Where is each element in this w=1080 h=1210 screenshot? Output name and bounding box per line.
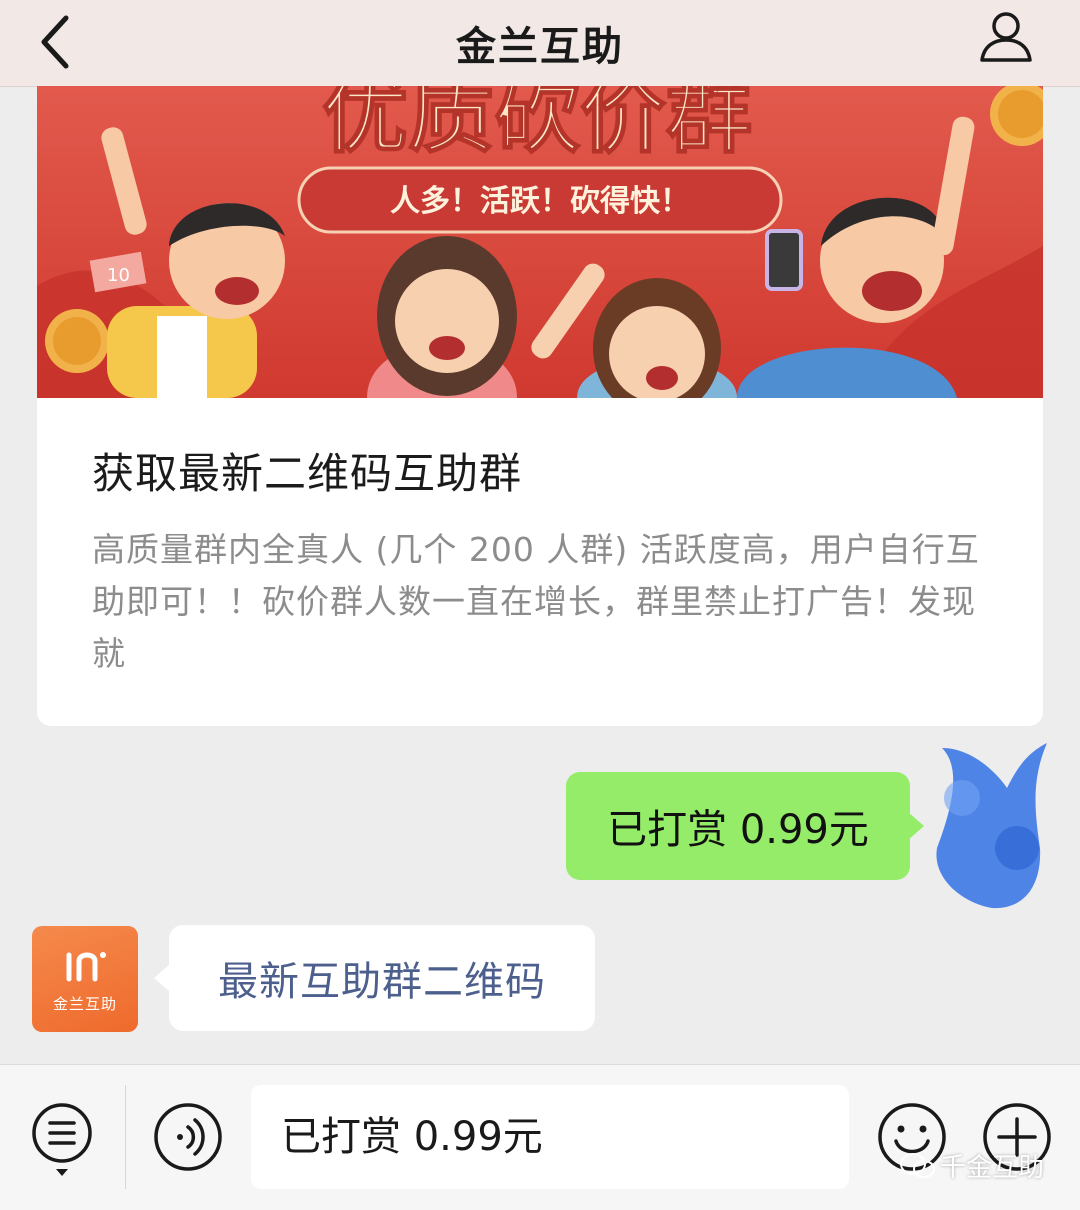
bot-avatar[interactable]: 金兰互助 — [32, 926, 138, 1032]
banner-slogan: 人多！活跃！砍得快！ — [390, 184, 690, 219]
promo-banner-image: 优质砍价群 人多！活跃！砍得快！ 10 — [37, 86, 1043, 398]
jinlan-logo-icon — [66, 951, 106, 981]
chat-input-bar: 已打赏 0.99元 千金互助 — [0, 1064, 1080, 1210]
article-description: 高质量群内全真人 (几个 200 人群) 活跃度高，用户自行互助即可！！砍价群人… — [92, 530, 980, 673]
bar-divider — [125, 1085, 126, 1189]
article-title: 获取最新二维码互助群 — [92, 449, 523, 498]
banner-headline: 优质砍价群 — [322, 86, 752, 165]
wechat-watermark: 千金互助 — [900, 1147, 1044, 1184]
message-input[interactable]: 已打赏 0.99元 — [251, 1085, 849, 1189]
person-icon[interactable] — [976, 6, 1036, 66]
article-card[interactable]: 优质砍价群 人多！活跃！砍得快！ 10 获取最新二维码互助群 高质量群内全真人 … — [37, 86, 1043, 726]
sent-message-bubble[interactable]: 已打赏 0.99元 — [566, 772, 910, 880]
voice-input-icon[interactable] — [152, 1101, 224, 1173]
watermark-text: 千金互助 — [940, 1153, 1045, 1183]
received-message-bubble[interactable]: 最新互助群二维码 — [169, 925, 595, 1031]
menu-list-icon[interactable] — [30, 1101, 94, 1177]
received-bubble-tail — [154, 964, 170, 992]
chevron-left-icon[interactable] — [36, 12, 76, 72]
wechat-logo-icon — [900, 1152, 935, 1178]
page-title: 金兰互助 — [456, 24, 624, 70]
banner-bill-label: 10 — [107, 265, 130, 286]
user-avatar-blurred[interactable] — [922, 728, 1052, 913]
avatar-brand-label: 金兰互助 — [52, 994, 117, 1013]
top-nav-bar: 金兰互助 — [0, 0, 1080, 87]
